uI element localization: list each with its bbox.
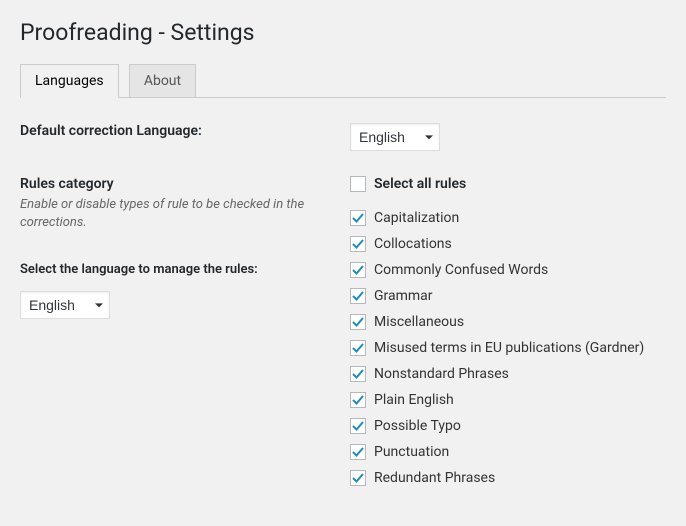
rule-checkbox[interactable]: [350, 418, 366, 434]
default-language-select[interactable]: English: [350, 123, 440, 151]
rule-label[interactable]: Redundant Phrases: [374, 470, 495, 486]
rule-label[interactable]: Miscellaneous: [374, 314, 464, 330]
rule-checkbox[interactable]: [350, 314, 366, 330]
rules-category-desc: Enable or disable types of rule to be ch…: [20, 196, 350, 232]
select-all-label[interactable]: Select all rules: [374, 176, 466, 192]
select-language-label: Select the language to manage the rules:: [20, 262, 350, 277]
rule-checkbox[interactable]: [350, 262, 366, 278]
rule-checkbox[interactable]: [350, 366, 366, 382]
select-all-checkbox[interactable]: [350, 176, 366, 192]
rule-checkbox[interactable]: [350, 236, 366, 252]
rule-label[interactable]: Punctuation: [374, 444, 449, 460]
rule-language-select[interactable]: English: [20, 291, 110, 319]
rule-label[interactable]: Nonstandard Phrases: [374, 366, 509, 382]
default-language-label: Default correction Language:: [20, 123, 202, 139]
rule-checkbox[interactable]: [350, 444, 366, 460]
rule-checkbox[interactable]: [350, 288, 366, 304]
rule-label[interactable]: Plain English: [374, 392, 454, 408]
rule-label[interactable]: Misused terms in EU publications (Gardne…: [374, 340, 644, 356]
tabs: Languages About: [20, 64, 666, 98]
page-title: Proofreading - Settings: [20, 10, 666, 64]
rule-label[interactable]: Collocations: [374, 236, 452, 252]
rule-checkbox[interactable]: [350, 392, 366, 408]
tab-languages[interactable]: Languages: [20, 64, 119, 98]
rule-checkbox[interactable]: [350, 340, 366, 356]
rule-checkbox[interactable]: [350, 470, 366, 486]
rule-label[interactable]: Grammar: [374, 288, 433, 304]
rule-checkbox[interactable]: [350, 210, 366, 226]
rule-label[interactable]: Commonly Confused Words: [374, 262, 548, 278]
rule-label[interactable]: Capitalization: [374, 210, 459, 226]
rule-label[interactable]: Possible Typo: [374, 418, 461, 434]
tab-about[interactable]: About: [129, 64, 196, 97]
rules-category-heading: Rules category: [20, 176, 350, 192]
